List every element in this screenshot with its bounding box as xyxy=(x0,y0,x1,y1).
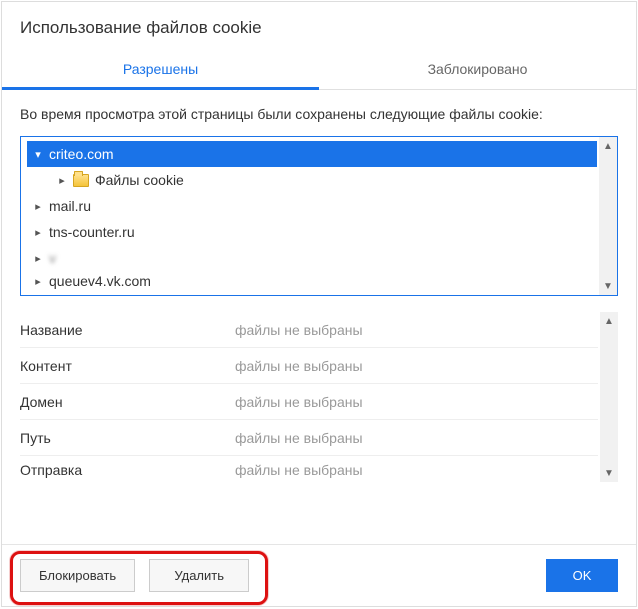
tree-item-tnscounter[interactable]: ▸ tns-counter.ru xyxy=(27,219,597,245)
chevron-right-icon: ▸ xyxy=(33,275,43,288)
detail-label: Отправка xyxy=(20,462,235,478)
tree-item-criteo[interactable]: ▾ criteo.com xyxy=(27,141,597,167)
scroll-down-icon[interactable]: ▼ xyxy=(599,277,617,295)
dialog-content: Во время просмотра этой страницы были со… xyxy=(2,90,636,544)
cookie-details: Название файлы не выбраны Контент файлы … xyxy=(20,312,618,482)
detail-value: файлы не выбраны xyxy=(235,430,363,446)
tree-item-label: Файлы cookie xyxy=(95,172,184,188)
dialog-title: Использование файлов cookie xyxy=(2,2,636,51)
tree-item-cookies-folder[interactable]: ▸ Файлы cookie xyxy=(27,167,597,193)
details-scrollbar[interactable]: ▲ ▼ xyxy=(600,312,618,482)
chevron-right-icon: ▸ xyxy=(57,174,67,187)
tree-item-label: v xyxy=(49,250,56,266)
chevron-right-icon: ▸ xyxy=(33,226,43,239)
detail-row-content: Контент файлы не выбраны xyxy=(20,348,598,384)
detail-label: Домен xyxy=(20,394,235,410)
tree-list: ▾ criteo.com ▸ Файлы cookie ▸ mail.ru ▸ … xyxy=(21,137,617,295)
detail-value: файлы не выбраны xyxy=(235,462,363,478)
detail-value: файлы не выбраны xyxy=(235,358,363,374)
tab-blocked[interactable]: Заблокировано xyxy=(319,51,636,89)
detail-value: файлы не выбраны xyxy=(235,322,363,338)
tree-item-label: queuev4.vk.com xyxy=(49,273,151,289)
tree-item-label: criteo.com xyxy=(49,146,114,162)
detail-row-name: Название файлы не выбраны xyxy=(20,312,598,348)
detail-value: файлы не выбраны xyxy=(235,394,363,410)
dialog-footer: Блокировать Удалить OK xyxy=(2,544,636,606)
detail-label: Путь xyxy=(20,430,235,446)
chevron-right-icon: ▸ xyxy=(33,252,43,265)
detail-row-send: Отправка файлы не выбраны xyxy=(20,456,598,482)
detail-label: Контент xyxy=(20,358,235,374)
scroll-up-icon[interactable]: ▲ xyxy=(599,137,617,155)
folder-icon xyxy=(73,174,89,187)
tree-item-label: tns-counter.ru xyxy=(49,224,135,240)
detail-row-path: Путь файлы не выбраны xyxy=(20,420,598,456)
scroll-up-icon[interactable]: ▲ xyxy=(600,312,618,330)
tree-item-blurred[interactable]: ▸ v xyxy=(27,245,597,271)
tab-bar: Разрешены Заблокировано xyxy=(2,51,636,90)
detail-row-domain: Домен файлы не выбраны xyxy=(20,384,598,420)
tree-scrollbar[interactable]: ▲ ▼ xyxy=(599,137,617,295)
tree-item-queuev4[interactable]: ▸ queuev4.vk.com xyxy=(27,271,597,291)
cookie-tree[interactable]: ▾ criteo.com ▸ Файлы cookie ▸ mail.ru ▸ … xyxy=(20,136,618,296)
ok-button[interactable]: OK xyxy=(546,559,618,592)
chevron-down-icon: ▾ xyxy=(33,148,43,161)
tree-item-mailru[interactable]: ▸ mail.ru xyxy=(27,193,597,219)
detail-label: Название xyxy=(20,322,235,338)
cookie-dialog: Использование файлов cookie Разрешены За… xyxy=(1,1,637,607)
block-button[interactable]: Блокировать xyxy=(20,559,135,592)
tree-item-label: mail.ru xyxy=(49,198,91,214)
delete-button[interactable]: Удалить xyxy=(149,559,249,592)
intro-text: Во время просмотра этой страницы были со… xyxy=(20,106,618,122)
chevron-right-icon: ▸ xyxy=(33,200,43,213)
tab-allowed[interactable]: Разрешены xyxy=(2,51,319,89)
scroll-down-icon[interactable]: ▼ xyxy=(600,464,618,482)
